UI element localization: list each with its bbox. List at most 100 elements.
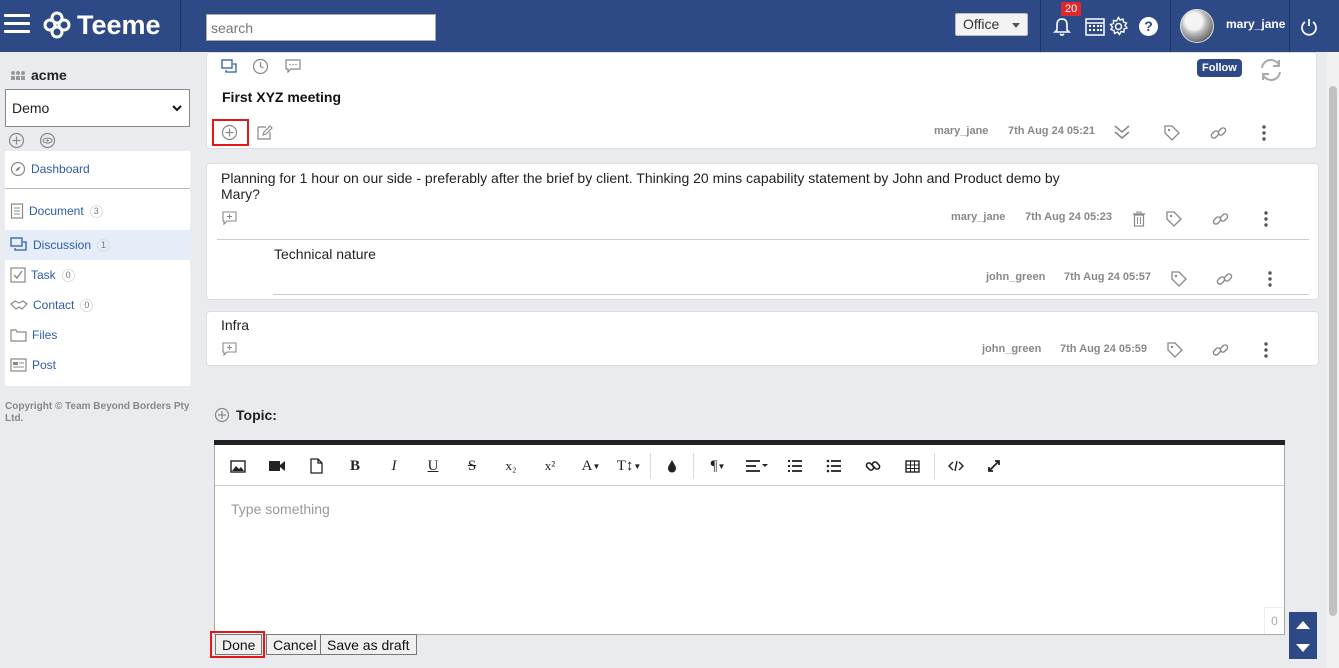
eye-icon[interactable] — [39, 132, 56, 149]
paragraph-icon[interactable]: ¶ ▼ — [699, 446, 737, 486]
image-icon[interactable] — [219, 446, 257, 486]
discussion-icon[interactable] — [221, 59, 238, 75]
font-color-icon[interactable]: A ▼ — [572, 446, 610, 486]
more-vertical-icon[interactable] — [1261, 125, 1267, 141]
rich-text-editor: B I U S x₂ x² A ▼ T↕ ▼ ¶ ▼ Type something 0 — [214, 440, 1285, 635]
more-vertical-icon[interactable] — [1263, 211, 1269, 227]
link-icon[interactable] — [1216, 271, 1233, 288]
sidebar-item-document[interactable]: Document 3 — [5, 196, 190, 226]
divider — [273, 294, 1309, 295]
discussion-title: First XYZ meeting — [222, 89, 342, 105]
notification-badge: 20 — [1061, 2, 1082, 16]
search-input[interactable] — [206, 14, 436, 41]
comment-card: Planning for 1 hour on our side - prefer… — [206, 163, 1319, 300]
office-label: Office — [963, 16, 1000, 32]
toolbar-separator — [934, 453, 935, 479]
username[interactable]: mary_jane — [1226, 17, 1285, 31]
sidebar-item-post[interactable]: Post — [5, 350, 190, 380]
arrow-down-icon[interactable] — [1295, 643, 1311, 653]
scroll-thumb[interactable] — [1329, 86, 1337, 616]
refresh-icon[interactable] — [1258, 58, 1284, 82]
cancel-button[interactable]: Cancel — [266, 634, 324, 655]
link-icon[interactable] — [1212, 211, 1229, 228]
add-circle-icon[interactable] — [214, 407, 230, 423]
unordered-list-icon[interactable] — [815, 446, 853, 486]
more-vertical-icon[interactable] — [1267, 271, 1273, 287]
avatar[interactable] — [1180, 9, 1214, 43]
tag-icon[interactable] — [1171, 271, 1187, 287]
arrow-up-icon[interactable] — [1295, 620, 1311, 630]
editor-input[interactable]: Type something — [231, 501, 330, 517]
calendar-icon[interactable] — [1085, 17, 1105, 36]
bell-icon[interactable] — [1052, 17, 1072, 37]
save-draft-button[interactable]: Save as draft — [320, 634, 417, 655]
fullscreen-icon[interactable] — [975, 446, 1013, 486]
help-icon[interactable]: ? — [1139, 17, 1158, 36]
discussion-icon — [10, 237, 27, 251]
reply-text: Technical nature — [274, 246, 376, 262]
sidebar-item-discussion[interactable]: Discussion 1 — [5, 230, 190, 260]
video-icon[interactable] — [258, 446, 296, 486]
author: john_green — [986, 271, 1046, 283]
add-circle-icon[interactable] — [8, 132, 25, 149]
font-size-icon[interactable]: T↕ ▼ — [610, 446, 648, 486]
link-icon[interactable] — [854, 446, 892, 486]
sidebar-item-task[interactable]: Task 0 — [5, 260, 190, 290]
editor-top-border — [214, 440, 1285, 445]
sidebar-item-dashboard[interactable]: Dashboard — [5, 154, 190, 184]
bold-icon[interactable]: B — [336, 446, 374, 486]
add-circle-icon[interactable] — [221, 124, 238, 141]
file-icon[interactable] — [297, 446, 335, 486]
header-divider — [1170, 0, 1171, 52]
checkbox-icon — [10, 267, 26, 283]
code-view-icon[interactable] — [937, 446, 975, 486]
tag-icon[interactable] — [1166, 211, 1182, 227]
timestamp: 7th Aug 24 05:23 — [1025, 211, 1113, 223]
link-icon[interactable] — [1210, 125, 1227, 142]
italic-icon[interactable]: I — [375, 446, 413, 486]
workspace-select[interactable]: Demo — [5, 89, 190, 127]
more-vertical-icon[interactable] — [1263, 342, 1269, 358]
author: mary_jane — [934, 125, 989, 137]
link-icon[interactable] — [1212, 342, 1229, 359]
clock-icon[interactable] — [252, 58, 269, 75]
sidebar-item-files[interactable]: Files — [5, 320, 190, 350]
superscript-icon[interactable]: x² — [531, 446, 569, 486]
follow-button[interactable]: Follow — [1197, 59, 1242, 77]
people-icon — [11, 71, 25, 80]
author: john_green — [982, 343, 1042, 355]
add-comment-icon[interactable] — [222, 342, 237, 357]
app-logo[interactable]: Teeme — [43, 8, 161, 42]
underline-icon[interactable]: U — [414, 446, 452, 486]
done-button[interactable]: Done — [215, 634, 263, 655]
header-divider — [180, 0, 181, 52]
sidebar: acme Demo Dashboard Document 3 Discussio… — [0, 52, 196, 668]
workspace-actions — [8, 132, 56, 149]
gear-icon[interactable] — [1108, 16, 1129, 37]
timestamp: 7th Aug 24 05:57 — [1064, 271, 1152, 283]
align-icon[interactable] — [738, 446, 776, 486]
teeme-logo-icon — [43, 11, 71, 39]
edit-icon[interactable] — [256, 124, 273, 141]
sidebar-item-contact[interactable]: Contact 0 — [5, 290, 190, 320]
count-badge: 0 — [61, 268, 75, 282]
add-comment-icon[interactable] — [222, 211, 237, 226]
table-icon[interactable] — [893, 446, 931, 486]
tag-icon[interactable] — [1164, 125, 1180, 141]
double-chevron-down-icon[interactable] — [1114, 124, 1130, 140]
comment-icon[interactable] — [285, 59, 301, 74]
office-dropdown[interactable]: Office — [955, 13, 1028, 36]
toolbar-separator — [650, 453, 651, 479]
header-divider — [1289, 0, 1290, 52]
power-icon[interactable] — [1300, 18, 1318, 36]
toolbar-separator — [693, 453, 694, 479]
ink-drop-icon[interactable] — [653, 446, 691, 486]
scrollbar[interactable] — [1327, 52, 1339, 668]
subscript-icon[interactable]: x₂ — [492, 446, 530, 486]
trash-icon[interactable] — [1132, 211, 1146, 227]
ordered-list-icon[interactable] — [776, 446, 814, 486]
menu-icon[interactable] — [4, 10, 30, 36]
strikethrough-icon[interactable]: S — [453, 446, 491, 486]
nav-divider — [5, 188, 190, 189]
tag-icon[interactable] — [1167, 342, 1183, 358]
